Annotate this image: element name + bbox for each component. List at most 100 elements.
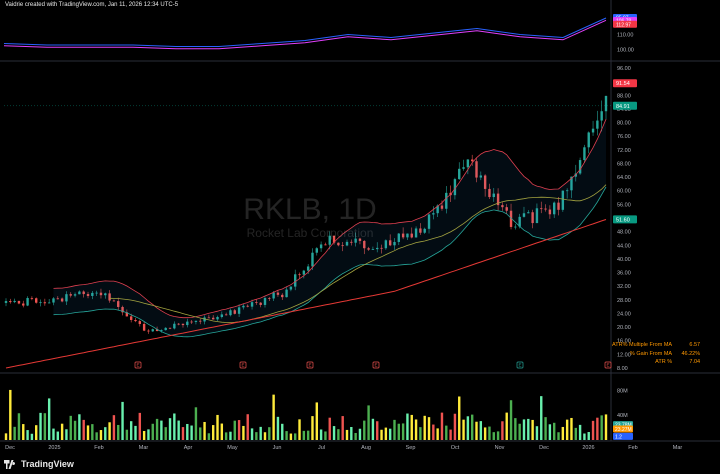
candle-body	[129, 316, 133, 320]
volume-tick-label: 40M	[617, 413, 628, 419]
volume-badge-text: 1.2	[615, 434, 622, 440]
volume-bar	[328, 417, 331, 440]
x-axis-label: Dec	[539, 445, 549, 451]
volume-bar	[557, 432, 560, 440]
volume-bar	[246, 414, 249, 440]
candle-body	[311, 252, 314, 267]
candle-body	[47, 302, 51, 304]
volume-bar	[9, 389, 12, 440]
volume-bar	[129, 421, 133, 440]
x-axis-label: Feb	[94, 445, 103, 451]
volume-bar	[350, 426, 353, 440]
volume-bar	[194, 407, 198, 440]
volume-bar	[570, 417, 573, 440]
volume-bar	[237, 420, 241, 440]
price-tick-label: 60.00	[617, 189, 631, 195]
x-axis-label: Dec	[5, 445, 15, 451]
candle-body	[17, 300, 21, 304]
volume-bar	[384, 427, 388, 440]
volume-bar	[496, 431, 500, 440]
volume-bar	[544, 417, 547, 440]
indicator-row: % Gain From MA 46.22%	[612, 350, 700, 359]
volume-bar	[432, 424, 435, 440]
volume-bar	[401, 423, 405, 440]
volume-bar	[104, 427, 107, 440]
price-tick-label: 96.00	[617, 66, 631, 72]
candle-body	[600, 111, 603, 121]
volume-bar	[60, 423, 64, 440]
volume-bar	[440, 412, 444, 440]
volume-bar	[168, 418, 172, 440]
volume-bar	[108, 422, 111, 440]
candle-body	[13, 300, 16, 303]
volume-bar	[35, 425, 38, 440]
indicator-label: ATR% Multiple From MA	[612, 342, 673, 348]
price-tick-label: 80.00	[617, 121, 631, 127]
volume-bar	[259, 426, 262, 440]
volume-bar	[155, 418, 159, 440]
volume-bar	[540, 396, 543, 440]
volume-bar	[419, 427, 422, 440]
volume-bar	[548, 424, 552, 440]
volume-bar	[583, 433, 586, 440]
price-tick-label: 28.00	[617, 298, 631, 304]
chart-canvas[interactable]: 96.0092.0088.0084.0080.0076.0072.0068.00…	[0, 0, 720, 474]
candle-body	[43, 302, 47, 304]
volume-bar	[250, 428, 254, 440]
volume-bar	[142, 431, 146, 440]
osc-blue-line	[3, 17, 607, 47]
volume-bar	[112, 415, 116, 440]
volume-bar	[388, 428, 392, 440]
tradingview-brand[interactable]: TradingView	[4, 457, 74, 471]
volume-bar	[509, 400, 513, 440]
volume-bar	[17, 413, 21, 440]
volume-bar	[319, 429, 323, 440]
price-tick-label: 76.00	[617, 134, 631, 140]
volume-bar	[117, 424, 120, 440]
earnings-marker-label: E	[606, 363, 609, 368]
volume-bar	[380, 429, 383, 440]
volume-bar	[78, 414, 81, 440]
candle-body	[587, 132, 590, 148]
x-axis-label: Apr	[184, 445, 193, 451]
volume-bar	[470, 414, 474, 440]
price-tick-label: 72.00	[617, 148, 631, 154]
indicator-value: 46.22%	[681, 350, 701, 357]
x-axis-label: 2026	[582, 445, 594, 451]
volume-bar	[4, 433, 8, 440]
candle-body	[298, 274, 301, 276]
volume-bar	[125, 429, 129, 440]
brand-label: TradingView	[21, 459, 74, 469]
price-tick-label: 32.00	[617, 284, 631, 290]
candle-body	[583, 147, 586, 161]
volume-bar	[30, 433, 34, 440]
volume-bar	[371, 418, 375, 440]
candle-body	[35, 298, 38, 303]
volume-bar	[479, 421, 483, 440]
candle-body	[591, 128, 595, 133]
volume-bar	[354, 432, 357, 440]
volume-bar	[561, 426, 565, 440]
tradingview-logo-icon	[4, 459, 16, 469]
volume-bar	[449, 429, 452, 440]
candle-body	[39, 302, 42, 304]
volume-bar	[341, 416, 344, 440]
x-axis-label: Mar	[673, 445, 683, 451]
volume-bar	[160, 420, 163, 440]
volume-bar	[134, 425, 137, 440]
volume-bar	[574, 427, 577, 440]
volume-bar	[52, 428, 55, 440]
volume-bar	[423, 415, 426, 440]
indicator-value: 7.04	[689, 359, 701, 365]
indicator-label: ATR %	[655, 359, 673, 365]
x-axis-label: Mar	[139, 445, 149, 451]
volume-bar	[587, 432, 590, 440]
candle-body	[596, 120, 599, 129]
volume-bar	[518, 423, 521, 440]
volume-bar	[367, 405, 370, 440]
volume-bar	[475, 421, 478, 440]
indicator-value: 6.57	[689, 342, 701, 348]
osc-tick-label: 110.00	[617, 33, 633, 39]
volume-bar	[445, 425, 448, 440]
candle-body	[306, 266, 310, 271]
